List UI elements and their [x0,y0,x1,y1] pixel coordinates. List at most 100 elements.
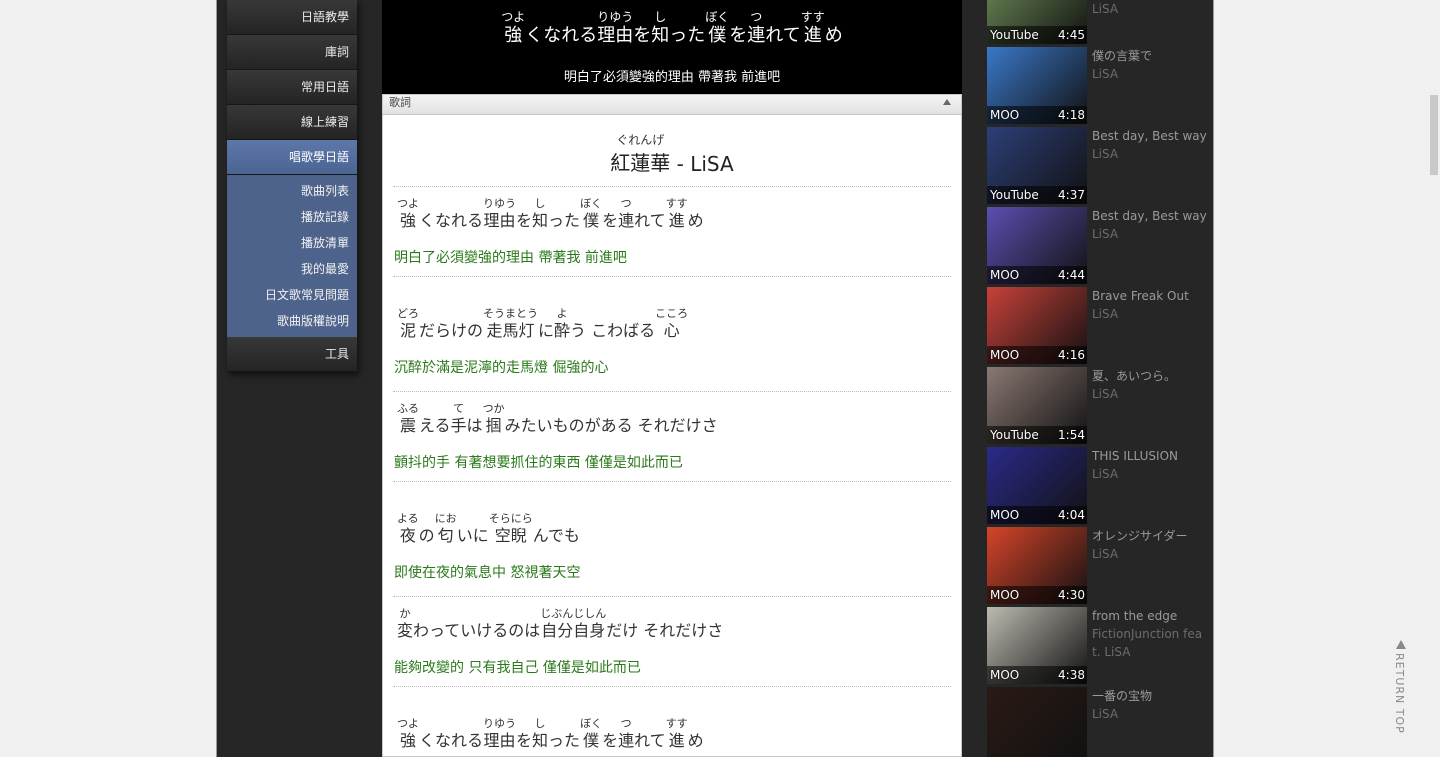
video-item[interactable]: 一番の宝物 LiSA [987,687,1207,757]
furigana: つよ [397,717,419,730]
furigana [538,307,554,321]
ruby-segment: ぼく僕 [580,717,602,751]
furigana: すす [665,717,688,730]
lyric-text: を [633,25,652,46]
video-thumbnail[interactable]: MOO 4:16 [987,287,1087,364]
lyric-text: め [687,731,704,750]
sub-item-playlist[interactable]: 播放清單 [227,230,357,256]
sub-item-faq[interactable]: 日文歌常見問題 [227,282,357,308]
video-title[interactable]: Brave Freak Out [1092,287,1207,305]
lyric-text: える [419,416,451,435]
sub-item-copyright[interactable]: 歌曲版權說明 [227,308,357,334]
video-thumbnail[interactable]: YouTube 1:54 [987,367,1087,444]
lyric-text: だらけの [419,321,484,340]
lyric-text: め [687,211,704,230]
video-title[interactable]: 一番の宝物 [1092,687,1207,705]
nav-item-common-phrases[interactable]: 常用日語 [227,70,357,105]
ruby-segment: し知 [532,717,548,751]
video-thumbnail[interactable]: MOO 4:04 [987,447,1087,524]
lyric-line[interactable]: どろ泥 だらけの そうまとう 走馬灯 によ酔 う こわばる こころ心沉醉於滿是泥濘… [393,277,951,392]
video-thumbnail[interactable]: MOO 4:18 [987,47,1087,124]
lyric-text: 夜 [399,526,416,545]
video-item[interactable]: YouTube 4:45 LiSA [987,0,1207,47]
video-item[interactable]: MOO 4:44 Best day, Best way LiSA [987,207,1207,287]
video-title[interactable]: THIS ILLUSION [1092,447,1207,465]
nav-item-sing-learn-japanese[interactable]: 唱歌學日語 [227,140,357,175]
left-nav: 日語教學 庫詞 常用日語 線上練習 唱歌學日語 歌曲列表 播放記錄 播放清單 我… [227,0,357,372]
page-scrollbar[interactable] [1428,0,1440,757]
nav-item-vocabulary[interactable]: 庫詞 [227,35,357,70]
ruby-segment: りゆう 理由 [483,717,516,751]
video-item[interactable]: MOO 4:18 僕の言葉で LiSA [987,47,1207,127]
sub-item-favorites[interactable]: 我的最愛 [227,256,357,282]
nav-item-tools[interactable]: 工具 [227,337,357,372]
lyric-text: 連 [618,731,635,750]
furigana [688,717,704,731]
video-item[interactable]: MOO 4:16 Brave Freak Out LiSA [987,287,1207,367]
lyric-text: 掴 [485,416,502,435]
video-title[interactable]: Best day, Best way [1092,127,1207,145]
player-lyric-japanese: つよ強 くなれる りゆう 理由 をし知 った ぼく僕 をつ連 れて すす進 め [382,10,962,48]
lyric-text: った [548,731,581,750]
video-thumbnail[interactable]: MOO 4:38 [987,607,1087,684]
video-thumbnail[interactable]: MOO 4:30 [987,527,1087,604]
furigana [467,402,483,416]
lyric-line[interactable]: つよ強 くなれる りゆう 理由 をし知 った ぼく僕 をつ連 れて すす進 め [393,687,951,757]
video-source: MOO [990,588,1020,602]
video-thumbnail[interactable]: YouTube 4:45 [987,0,1087,44]
video-source: MOO [990,268,1020,282]
ruby-segment: に [538,307,554,341]
lyric-line[interactable]: ふる震 えるて手 はつか掴 みたいものがある それだけさ 顫抖的手 有著想要抓住的… [393,392,951,482]
nav-item-online-practice[interactable]: 線上練習 [227,105,357,140]
video-artist: LiSA [1092,467,1119,481]
lyric-text: う こわばる [570,321,656,340]
video-source: MOO [990,668,1020,682]
video-title[interactable]: 夏、あいつら。 [1092,367,1207,385]
collapse-icon[interactable] [943,99,951,105]
nav-item-japanese-lessons[interactable]: 日語教學 [227,0,357,35]
video-title[interactable]: Best day, Best way [1092,207,1207,225]
lyric-line[interactable]: つよ強 くなれる りゆう 理由 をし知 った ぼく僕 をつ連 れて すす進 め明白了必… [393,187,951,277]
lyric-chinese: 顫抖的手 有著想要抓住的東西 僅僅是如此而已 [394,455,683,471]
furigana: つよ [501,10,526,24]
lyrics-panel-header: 歌詞 [383,95,961,115]
ruby-segment: くなれる [419,717,483,751]
video-item[interactable]: YouTube 4:37 Best day, Best way LiSA [987,127,1207,207]
furigana [729,10,747,24]
lyric-line[interactable]: よる夜 のにお匂 いに そらにら 空睨 んでも 即使在夜的氣息中 怒視著天空 [393,482,951,597]
lyric-text: を [516,211,533,230]
ruby-segment: れて [765,10,800,48]
furigana [765,10,800,24]
furigana [633,10,651,24]
video-artist: LiSA [1092,67,1119,81]
furigana: ぼく [580,197,603,210]
furigana: ぼく [580,717,603,730]
video-title[interactable]: オレンジサイダー [1092,527,1207,545]
video-item[interactable]: MOO 4:38 from the edge FictionJunction feat… [987,607,1207,687]
sub-item-play-history[interactable]: 播放記錄 [227,204,357,230]
scrollbar-thumb[interactable] [1430,95,1438,175]
video-item[interactable]: MOO 4:30 オレンジサイダー LiSA [987,527,1207,607]
video-title[interactable]: 僕の言葉で [1092,47,1207,65]
furigana: じぶんじしん [540,607,607,620]
video-thumbnail[interactable]: YouTube 4:37 [987,127,1087,204]
furigana: そうまとう [483,307,539,320]
video-item[interactable]: YouTube 1:54 夏、あいつら。 LiSA [987,367,1207,447]
ruby-segment: を [602,717,618,751]
furigana [419,717,483,731]
video-player[interactable]: つよ強 くなれる りゆう 理由 をし知 った ぼく僕 をつ連 れて すす進 め 明白了… [382,0,962,94]
lyric-text: 僕 [583,211,600,230]
ruby-segment: わっていけるのは [413,607,540,641]
video-thumbnail[interactable] [987,687,1087,757]
ruby-segment: を [516,717,532,751]
ruby-segment: か変 [397,607,413,641]
lyric-line[interactable]: か変 わっていけるのは じぶんじしん 自分自身 だけ それだけさ 能夠改變的 只有我自… [393,597,951,687]
video-item[interactable]: MOO 4:04 THIS ILLUSION LiSA [987,447,1207,527]
return-top-button[interactable]: RETURN TOP [1393,640,1411,734]
sub-item-song-list[interactable]: 歌曲列表 [227,178,357,204]
furigana: し [534,717,546,730]
video-thumbnail[interactable]: MOO 4:44 [987,207,1087,284]
lyric-text: 進 [668,731,685,750]
video-title[interactable]: from the edge [1092,607,1207,625]
lyric-text: 知 [651,25,670,46]
